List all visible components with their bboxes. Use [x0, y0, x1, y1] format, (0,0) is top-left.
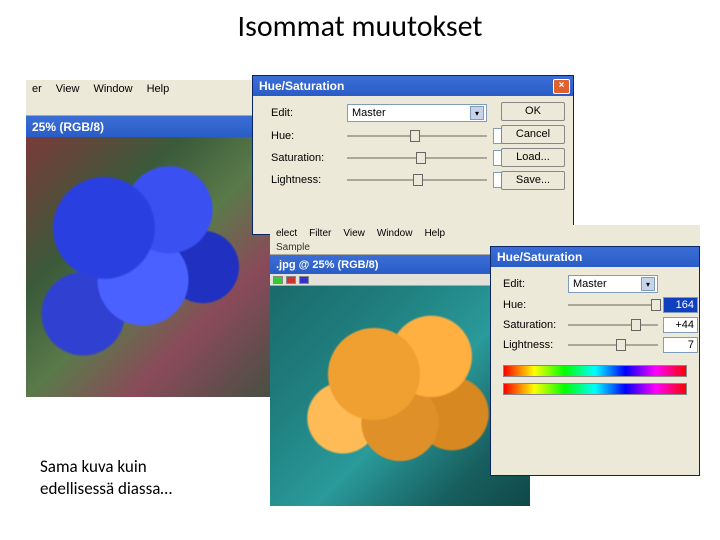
load-button[interactable]: Load... [501, 148, 565, 167]
hue-slider[interactable] [347, 129, 487, 143]
hue-value-field[interactable]: 164 [663, 297, 698, 313]
menu-item[interactable]: Help [424, 228, 445, 239]
saturation-slider[interactable] [568, 318, 658, 332]
edit-dropdown[interactable]: Master ▾ [347, 104, 487, 122]
menu-item[interactable]: Filter [309, 228, 331, 239]
hue-gradient-strip [503, 383, 687, 395]
saturation-label: Saturation: [271, 152, 341, 164]
save-button[interactable]: Save... [501, 171, 565, 190]
menu-item[interactable]: Window [93, 83, 132, 95]
lightness-label: Lightness: [271, 174, 341, 186]
dialog-titlebar: Hue/Saturation × [253, 76, 573, 96]
edit-dropdown-value: Master [352, 107, 386, 119]
lightness-value-field[interactable]: 7 [663, 337, 698, 353]
chevron-down-icon[interactable]: ▾ [641, 277, 655, 291]
dialog-title-text: Hue/Saturation [497, 250, 582, 264]
hue-gradient-strip [503, 365, 687, 377]
cancel-button[interactable]: Cancel [501, 125, 565, 144]
edit-label: Edit: [271, 107, 341, 119]
menu-item[interactable]: View [56, 83, 80, 95]
saturation-value-field[interactable]: +44 [663, 317, 698, 333]
caption-line: edellisessä diassa… [40, 478, 172, 500]
menu-item[interactable]: Help [147, 83, 170, 95]
image-canvas-blue-flowers[interactable] [26, 137, 286, 397]
channel-swatch [299, 276, 309, 284]
hue-saturation-dialog-1: Hue/Saturation × Edit: Master ▾ Hue: -24… [252, 75, 574, 235]
close-icon[interactable]: × [553, 79, 570, 94]
saturation-slider[interactable] [347, 151, 487, 165]
slide-caption: Sama kuva kuin edellisessä diassa… [40, 456, 172, 500]
menu-item[interactable]: View [343, 228, 365, 239]
menu-item[interactable]: elect [276, 228, 297, 239]
saturation-label: Saturation: [503, 319, 563, 331]
dialog-titlebar: Hue/Saturation [491, 247, 699, 267]
hue-label: Hue: [271, 130, 341, 142]
menu-item[interactable]: Window [377, 228, 413, 239]
channel-swatch [286, 276, 296, 284]
menubar: elect Filter View Window Help [270, 225, 700, 241]
edit-label: Edit: [503, 278, 563, 290]
edit-dropdown[interactable]: Master ▾ [568, 275, 658, 293]
edit-dropdown-value: Master [573, 278, 607, 290]
menu-item[interactable]: er [32, 83, 42, 95]
caption-line: Sama kuva kuin [40, 456, 172, 478]
hue-label: Hue: [503, 299, 563, 311]
chevron-down-icon[interactable]: ▾ [470, 106, 484, 120]
lightness-slider[interactable] [347, 173, 487, 187]
ok-button[interactable]: OK [501, 102, 565, 121]
lightness-label: Lightness: [503, 339, 563, 351]
dialog-title-text: Hue/Saturation [259, 79, 344, 93]
channel-swatch [273, 276, 283, 284]
hue-saturation-dialog-2: Hue/Saturation Edit: Master ▾ Hue: 164 S… [490, 246, 700, 476]
hue-slider[interactable] [568, 298, 658, 312]
options-bar-text: Sample [276, 242, 310, 253]
lightness-slider[interactable] [568, 338, 658, 352]
slide-title: Isommat muutokset [0, 8, 720, 45]
